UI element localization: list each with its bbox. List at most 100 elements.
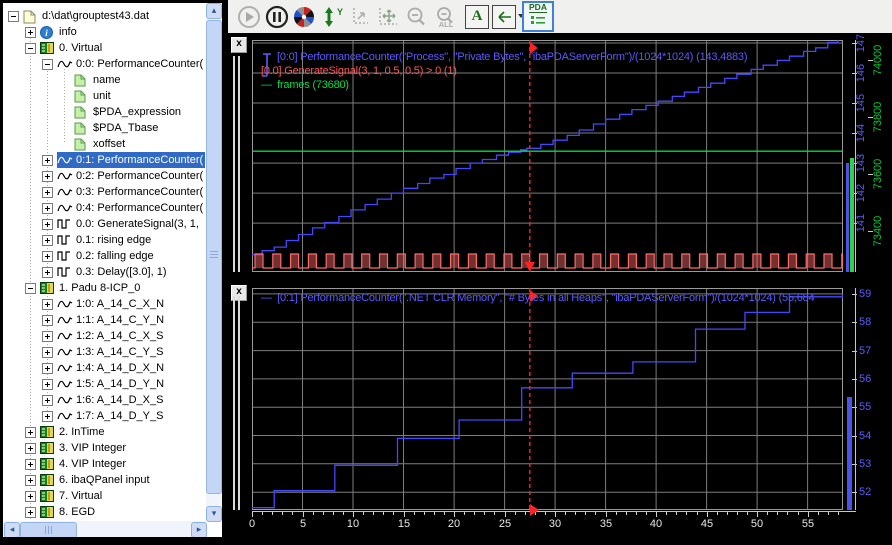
tree-item-content: 1:0: A_14_C_X_N [57, 296, 166, 312]
thumb-grip [210, 251, 218, 252]
y-tick-label: 141 [855, 213, 867, 233]
tree-item[interactable]: xoffset [3, 136, 207, 152]
tree-item[interactable]: 7. Virtual [3, 488, 207, 504]
tree-item[interactable]: 1:3: A_14_C_Y_S [3, 344, 207, 360]
expand-plus-icon[interactable] [42, 315, 53, 326]
expand-plus-icon[interactable] [25, 27, 36, 38]
expand-plus-icon[interactable] [42, 235, 53, 246]
tree-item[interactable]: d:\dat\grouptest43.dat [3, 8, 207, 24]
tree-item[interactable]: 1:6: A_14_D_X_S [3, 392, 207, 408]
zoom-out-button[interactable] [403, 3, 429, 30]
annotation-a-button[interactable]: A [464, 3, 490, 30]
tree-item[interactable]: 1:5: A_14_D_Y_N [3, 376, 207, 392]
pan-button[interactable] [375, 3, 401, 30]
tree-item-label: 1:3: A_14_C_Y_S [76, 346, 164, 358]
tree-item[interactable]: $PDA_expression [3, 104, 207, 120]
x-tick-label: 30 [548, 518, 562, 530]
expand-plus-icon[interactable] [25, 427, 36, 438]
collapse-minus-icon[interactable] [8, 11, 19, 22]
expand-plus-icon[interactable] [42, 251, 53, 262]
tree-item[interactable]: 8. EGD [3, 504, 207, 520]
tree-item[interactable]: 0:0: PerformanceCounter( [3, 56, 207, 72]
y-tick-label: 54 [859, 429, 872, 442]
tree-item[interactable]: 2. InTime [3, 424, 207, 440]
tree-item[interactable]: 0.3: Delay([3.0], 1) [3, 264, 207, 280]
expand-plus-icon[interactable] [42, 203, 53, 214]
tree-item-label: 2. InTime [59, 426, 105, 438]
tree-item-label: 1:1: A_14_C_Y_N [76, 314, 165, 326]
tree-item[interactable]: 4. VIP Integer [3, 456, 207, 472]
expand-plus-icon[interactable] [42, 411, 53, 422]
expand-plus-icon[interactable] [42, 171, 53, 182]
tree-item[interactable]: 0:1: PerformanceCounter( [3, 152, 207, 168]
tree-item-label: 1:5: A_14_D_Y_N [76, 378, 165, 390]
tree-item[interactable]: 1. Padu 8-ICP_0 [3, 280, 207, 296]
tree-item[interactable]: 1:7: A_14_D_Y_S [3, 408, 207, 424]
y-tick-label: 144 [855, 123, 867, 143]
back-arrow-button[interactable] [491, 3, 524, 30]
expand-plus-icon[interactable] [42, 187, 53, 198]
y-tick-mark [852, 322, 857, 323]
scroll-right-button[interactable]: ▸ [191, 522, 207, 537]
zoom-time-icon [353, 7, 368, 24]
expand-plus-icon[interactable] [42, 395, 53, 406]
tree-vscrollbar-thumb[interactable] [206, 20, 222, 494]
signal-range-bar [847, 397, 852, 510]
x-tick-mark [464, 512, 465, 515]
bottom-chart-plot[interactable] [252, 288, 843, 510]
tree-item-label: 1:6: A_14_D_X_S [76, 394, 164, 406]
cursor-axis-marker-icon[interactable] [530, 504, 539, 516]
tree-item[interactable]: unit [3, 88, 207, 104]
chart-close-button[interactable]: x [231, 37, 247, 53]
x-tick-mark [303, 512, 304, 517]
tree-item[interactable]: 1:2: A_14_C_X_S [3, 328, 207, 344]
tree-item[interactable]: 3. VIP Integer [3, 440, 207, 456]
tree-item-label: 1:2: A_14_C_X_S [76, 330, 164, 342]
tree-item[interactable]: i info [3, 24, 207, 40]
tree-hscrollbar-thumb[interactable] [20, 522, 77, 537]
scroll-left-button[interactable]: ◂ [4, 522, 20, 537]
pda-view-button[interactable]: PDA [522, 1, 554, 32]
tree-item[interactable]: 6. ibaQPanel input [3, 472, 207, 488]
expand-plus-icon[interactable] [42, 347, 53, 358]
tree-item[interactable]: 0. Virtual [3, 40, 207, 56]
pause-button[interactable] [264, 3, 290, 30]
tree-item[interactable]: 0.1: rising edge [3, 232, 207, 248]
tree-item[interactable]: 1:0: A_14_C_X_N [3, 296, 207, 312]
tree-item-label: xoffset [93, 138, 126, 150]
marker-wheel-button[interactable] [291, 3, 317, 30]
collapse-minus-icon[interactable] [25, 43, 36, 54]
x-tick-mark [272, 512, 273, 515]
tree-item[interactable]: 1:4: A_14_D_X_N [3, 360, 207, 376]
scroll-down-button[interactable]: ▾ [206, 506, 222, 522]
scroll-up-button[interactable]: ▴ [206, 3, 222, 19]
tree-item[interactable]: 1:1: A_14_C_Y_N [3, 312, 207, 328]
tree-item[interactable]: 0:3: PerformanceCounter( [3, 184, 207, 200]
collapse-minus-icon[interactable] [42, 59, 53, 70]
expand-plus-icon[interactable] [25, 475, 36, 486]
expand-plus-icon[interactable] [42, 155, 53, 166]
expand-plus-icon[interactable] [25, 443, 36, 454]
tree-item[interactable]: name [3, 72, 207, 88]
tree-item[interactable]: $PDA_Tbase [3, 120, 207, 136]
collapse-minus-icon[interactable] [25, 283, 36, 294]
zoom-out-all-button[interactable]: ALL [433, 3, 459, 30]
tree-item-label: 0.1: rising edge [76, 234, 152, 246]
tree-item[interactable]: 0.0: GenerateSignal(3, 1, [3, 216, 207, 232]
expand-plus-icon[interactable] [42, 267, 53, 278]
expand-plus-icon[interactable] [42, 299, 53, 310]
tree-item[interactable]: 0:4: PerformanceCounter( [3, 200, 207, 216]
expand-plus-icon[interactable] [42, 331, 53, 342]
tree-item[interactable]: 0.2: falling edge [3, 248, 207, 264]
expand-plus-icon[interactable] [42, 379, 53, 390]
expand-plus-icon[interactable] [25, 491, 36, 502]
expand-plus-icon[interactable] [25, 507, 36, 518]
pda-list-icon [530, 13, 546, 31]
expand-plus-icon[interactable] [42, 219, 53, 230]
expand-plus-icon[interactable] [42, 363, 53, 374]
play-button[interactable] [236, 3, 262, 30]
tree-item[interactable]: 0:2: PerformanceCounter( [3, 168, 207, 184]
zoom-time-button[interactable] [347, 3, 373, 30]
expand-plus-icon[interactable] [25, 459, 36, 470]
autoscale-y-button[interactable]: Y [319, 3, 345, 30]
